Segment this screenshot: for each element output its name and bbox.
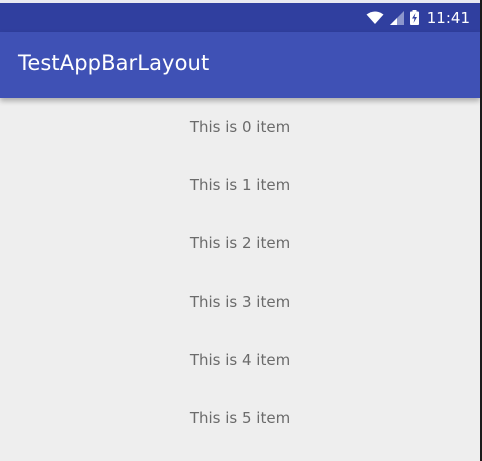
app-screen: 11:41 TestAppBarLayout This is 0 item Th… bbox=[0, 0, 480, 461]
list-item[interactable]: This is 5 item bbox=[0, 389, 480, 447]
app-bar: TestAppBarLayout bbox=[0, 32, 480, 98]
list-item-label: This is 3 item bbox=[189, 292, 291, 311]
list-item[interactable]: This is 0 item bbox=[0, 98, 480, 156]
item-list[interactable]: This is 0 item This is 1 item This is 2 … bbox=[0, 98, 480, 447]
list-item-label: This is 5 item bbox=[189, 409, 291, 428]
status-time: 11:41 bbox=[426, 8, 470, 27]
list-item-label: This is 1 item bbox=[189, 176, 291, 195]
list-item-label: This is 0 item bbox=[189, 118, 291, 137]
wifi-icon bbox=[366, 11, 384, 25]
status-icons: 11:41 bbox=[366, 3, 470, 32]
status-bar: 11:41 bbox=[0, 3, 480, 32]
list-item-label: This is 4 item bbox=[189, 350, 291, 369]
list-item[interactable]: This is 3 item bbox=[0, 273, 480, 331]
app-title: TestAppBarLayout bbox=[18, 51, 210, 75]
list-item[interactable]: This is 2 item bbox=[0, 214, 480, 272]
battery-charging-icon bbox=[409, 10, 419, 25]
signal-icon bbox=[389, 10, 404, 25]
list-item[interactable]: This is 4 item bbox=[0, 331, 480, 389]
list-item[interactable]: This is 1 item bbox=[0, 156, 480, 214]
list-item-label: This is 2 item bbox=[189, 234, 291, 253]
